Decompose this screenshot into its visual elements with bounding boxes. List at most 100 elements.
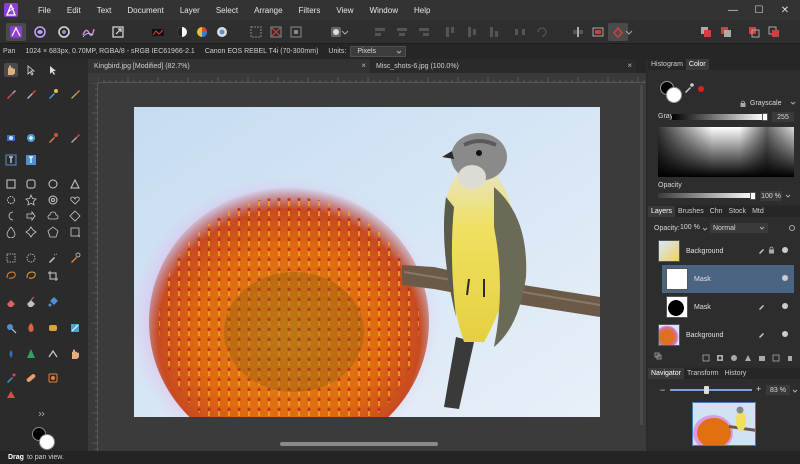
picked-color-swatch[interactable]: [698, 86, 704, 92]
auto-contrast-icon[interactable]: [172, 23, 192, 41]
delete-layer-icon[interactable]: [786, 354, 794, 362]
chevron-down-icon[interactable]: [702, 225, 708, 234]
zoom-value[interactable]: 83 %: [766, 385, 790, 395]
tab-history[interactable]: History: [722, 368, 750, 379]
vertical-scrollbar[interactable]: [640, 85, 643, 425]
layer-row-background-flower[interactable]: Background: [654, 321, 794, 349]
assistant-icon[interactable]: [588, 23, 608, 41]
lock-icon[interactable]: [740, 100, 746, 109]
polygon-tool-icon[interactable]: [46, 225, 60, 239]
diamond-tool-icon[interactable]: [68, 209, 82, 223]
color-picker-icon[interactable]: [684, 83, 694, 95]
chevron-down-icon[interactable]: [624, 23, 634, 41]
gradient-tool-icon[interactable]: [68, 321, 82, 335]
menu-filters[interactable]: Filters: [291, 6, 329, 15]
tab-stock[interactable]: Stock: [726, 206, 750, 217]
pixel-tool-icon[interactable]: [24, 87, 38, 101]
brush-icon[interactable]: [758, 330, 766, 340]
tear-tool-icon[interactable]: [4, 225, 18, 239]
healing-brush-tool-icon[interactable]: [24, 371, 38, 385]
color-replacement-tool-icon[interactable]: [46, 87, 60, 101]
affinity-photo-logo-icon[interactable]: [4, 3, 18, 17]
erase-brush-tool-icon[interactable]: [4, 295, 18, 309]
arrange-forward-icon[interactable]: [716, 23, 736, 41]
menu-layer[interactable]: Layer: [172, 6, 208, 15]
layer-row-background-group[interactable]: Background: [654, 237, 794, 265]
menu-view[interactable]: View: [328, 6, 361, 15]
arrow-tool-icon[interactable]: [24, 209, 38, 223]
menu-help[interactable]: Help: [406, 6, 438, 15]
freehand-selection-tool-icon[interactable]: [4, 269, 18, 283]
chevron-more-icon[interactable]: [34, 407, 48, 421]
crop-tool-icon[interactable]: [46, 269, 60, 283]
frame-text-tool-icon[interactable]: [24, 153, 38, 167]
flatten-icon[interactable]: [764, 23, 784, 41]
layer-row-mask-2[interactable]: Mask: [662, 293, 794, 321]
blend-mode-select[interactable]: Normal: [710, 223, 768, 233]
lock-icon[interactable]: [768, 246, 775, 256]
clone-brush-tool-icon[interactable]: [4, 131, 18, 145]
tab-metadata[interactable]: Mtd: [749, 206, 767, 217]
canvas-image[interactable]: [134, 107, 600, 417]
triangle-tool-icon[interactable]: [68, 177, 82, 191]
tab-histogram[interactable]: Histogram: [648, 59, 686, 70]
merge-down-icon[interactable]: [744, 23, 764, 41]
tab-channels[interactable]: Chn: [707, 206, 726, 217]
chevron-down-icon[interactable]: [340, 23, 350, 41]
selection-marquee-icon[interactable]: [246, 23, 266, 41]
visibility-dot-icon[interactable]: [782, 331, 788, 337]
flood-select-tool-icon[interactable]: [68, 251, 82, 265]
minimize-button[interactable]: —: [720, 0, 746, 20]
tab-brushes[interactable]: Brushes: [675, 206, 707, 217]
export-persona-icon[interactable]: [108, 23, 128, 41]
develop-persona-icon[interactable]: [54, 23, 74, 41]
tone-mapping-persona-icon[interactable]: [78, 23, 98, 41]
opacity-slider-handle[interactable]: [750, 192, 756, 200]
visibility-dot-icon[interactable]: [782, 275, 788, 281]
new-layer-icon[interactable]: [772, 354, 780, 362]
mixer-brush-tool-icon[interactable]: [68, 87, 82, 101]
inpainting-tool-icon[interactable]: [68, 131, 82, 145]
liquify-persona-icon[interactable]: [30, 23, 50, 41]
zoom-slider-handle[interactable]: [704, 386, 709, 394]
chevron-down-icon[interactable]: [792, 387, 798, 396]
star-tool-icon[interactable]: [24, 193, 38, 207]
mesh-warp-tool-icon[interactable]: [4, 387, 18, 401]
rounded-rectangle-tool-icon[interactable]: [24, 177, 38, 191]
color-swatches[interactable]: [30, 425, 58, 453]
callout-tool-icon[interactable]: [68, 225, 82, 239]
snapping-icon[interactable]: [568, 23, 588, 41]
red-eye-tool-icon[interactable]: [46, 131, 60, 145]
tab-transform[interactable]: Transform: [684, 368, 722, 379]
crescent-tool-icon[interactable]: [4, 209, 18, 223]
ellipse-tool-icon[interactable]: [46, 177, 60, 191]
elliptical-marquee-tool-icon[interactable]: [24, 251, 38, 265]
gray-slider[interactable]: [672, 114, 764, 120]
cog-tool-icon[interactable]: [4, 193, 18, 207]
arrange-back-icon[interactable]: [696, 23, 716, 41]
menu-edit[interactable]: Edit: [59, 6, 89, 15]
auto-white-balance-icon[interactable]: [212, 23, 232, 41]
visibility-dot-icon[interactable]: [782, 303, 788, 309]
menu-text[interactable]: Text: [89, 6, 120, 15]
burn-tool-icon[interactable]: [24, 321, 38, 335]
live-filter-icon[interactable]: [744, 354, 752, 362]
move-tool-icon[interactable]: [24, 63, 38, 77]
maximize-button[interactable]: ☐: [746, 0, 772, 20]
layer-effects-icon[interactable]: [702, 354, 710, 362]
pan-tool-icon[interactable]: [4, 63, 18, 77]
flood-fill-tool-icon[interactable]: [46, 295, 60, 309]
median-brush-tool-icon[interactable]: [68, 347, 82, 361]
layer-group-icon[interactable]: [654, 352, 662, 362]
sponge-tool-icon[interactable]: [46, 321, 60, 335]
cloud-tool-icon[interactable]: [46, 209, 60, 223]
deselect-icon[interactable]: [266, 23, 286, 41]
zoom-in-button[interactable]: +: [756, 384, 761, 394]
zoom-slider[interactable]: [670, 389, 752, 391]
photo-persona-button[interactable]: [6, 23, 26, 41]
blemish-removal-tool-icon[interactable]: [24, 131, 38, 145]
selection-brush-tool-icon[interactable]: [46, 251, 60, 265]
rectangular-marquee-tool-icon[interactable]: [4, 251, 18, 265]
donut-tool-icon[interactable]: [46, 193, 60, 207]
secondary-color-swatch[interactable]: [666, 87, 682, 103]
